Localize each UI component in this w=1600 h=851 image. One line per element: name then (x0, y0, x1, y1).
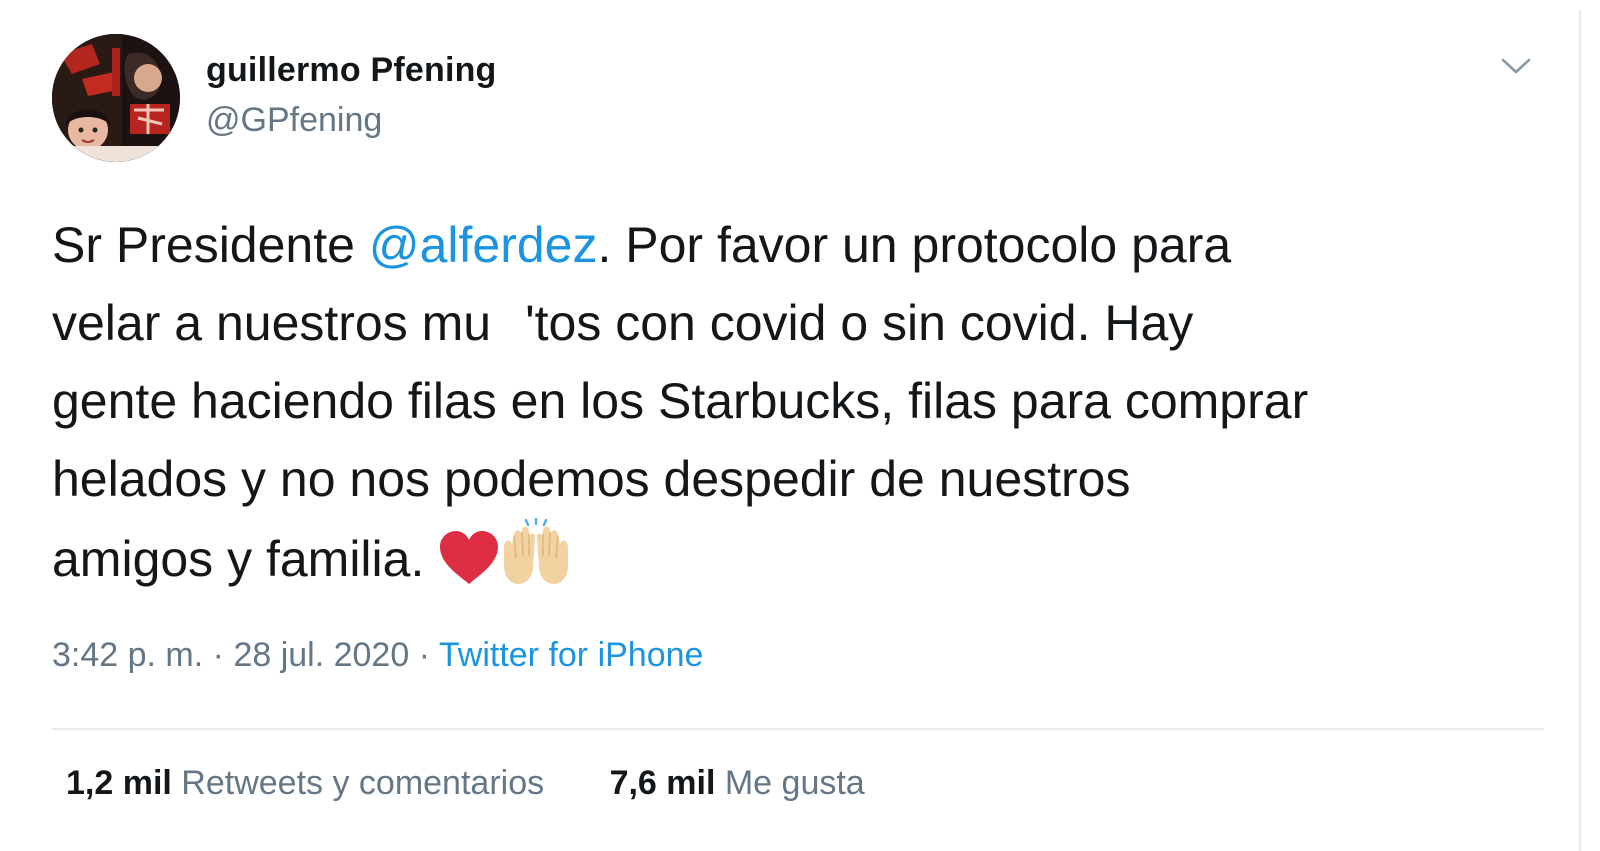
divider (52, 728, 1544, 730)
raising-hands-icon (504, 518, 569, 584)
tweet-line: amigos y familia. (52, 518, 1562, 598)
likes-label: Me gusta (724, 764, 865, 802)
tweet-text-segment: 'tos con covid o sin covid. Hay (525, 295, 1194, 351)
meta-separator: · (212, 636, 224, 674)
red-heart-icon (440, 531, 499, 584)
likes-stat[interactable]: 7,6 mil Me gusta (610, 764, 865, 803)
tweet-text-segment: helados y no nos podemos despedir de nue… (52, 451, 1131, 507)
tweet-menu-button[interactable] (1496, 52, 1536, 80)
meta-separator: · (418, 636, 431, 674)
tweet-text-segment: amigos y familia. (52, 531, 439, 587)
avatar[interactable] (52, 34, 180, 162)
tweet-line: helados y no nos podemos despedir de nue… (52, 440, 1562, 518)
tweet-text-segment: . Por favor un protocolo para (597, 217, 1232, 273)
user-handle[interactable]: @GPfening (206, 101, 382, 140)
tweet-line: gente haciendo filas en los Starbucks, f… (52, 362, 1562, 440)
tweet-date[interactable]: 28 jul. 2020 (233, 636, 409, 674)
chevron-down-icon (1501, 58, 1531, 74)
tweet-text: Sr Presidente @alferdez. Por favor un pr… (52, 206, 1562, 598)
display-name[interactable]: guillermo Pfening (206, 51, 497, 90)
tweet-time[interactable]: 3:42 p. m. (52, 636, 203, 674)
retweets-label: Retweets y comentarios (181, 764, 545, 802)
tweet-source-link[interactable]: Twitter for iPhone (439, 636, 704, 674)
tweet-text-segment: gente haciendo filas en los Starbucks, f… (52, 373, 1309, 429)
tweet-line: velar a nuestros mu 'tos con covid o sin … (52, 284, 1562, 362)
retweets-stat[interactable]: 1,2 mil Retweets y comentarios (66, 764, 544, 803)
likes-count: 7,6 mil (609, 764, 716, 802)
retweets-count: 1,2 mil (66, 764, 172, 802)
tweet-text-segment: velar a nuestros mu (52, 295, 492, 351)
tweet-text-segment: Sr Presidente (52, 217, 369, 273)
tweet-line: Sr Presidente @alferdez. Por favor un pr… (52, 206, 1562, 284)
card-border (1579, 10, 1581, 851)
avatar-image (52, 34, 180, 162)
mention-link[interactable]: @alferdez (369, 217, 598, 273)
tweet-card: guillermo Pfening @GPfening Sr President… (0, 0, 1600, 851)
tweet-stats: 1,2 mil Retweets y comentarios 7,6 mil M… (66, 764, 865, 803)
tweet-meta: 3:42 p. m. · 28 jul. 2020 · Twitter for … (52, 636, 703, 675)
